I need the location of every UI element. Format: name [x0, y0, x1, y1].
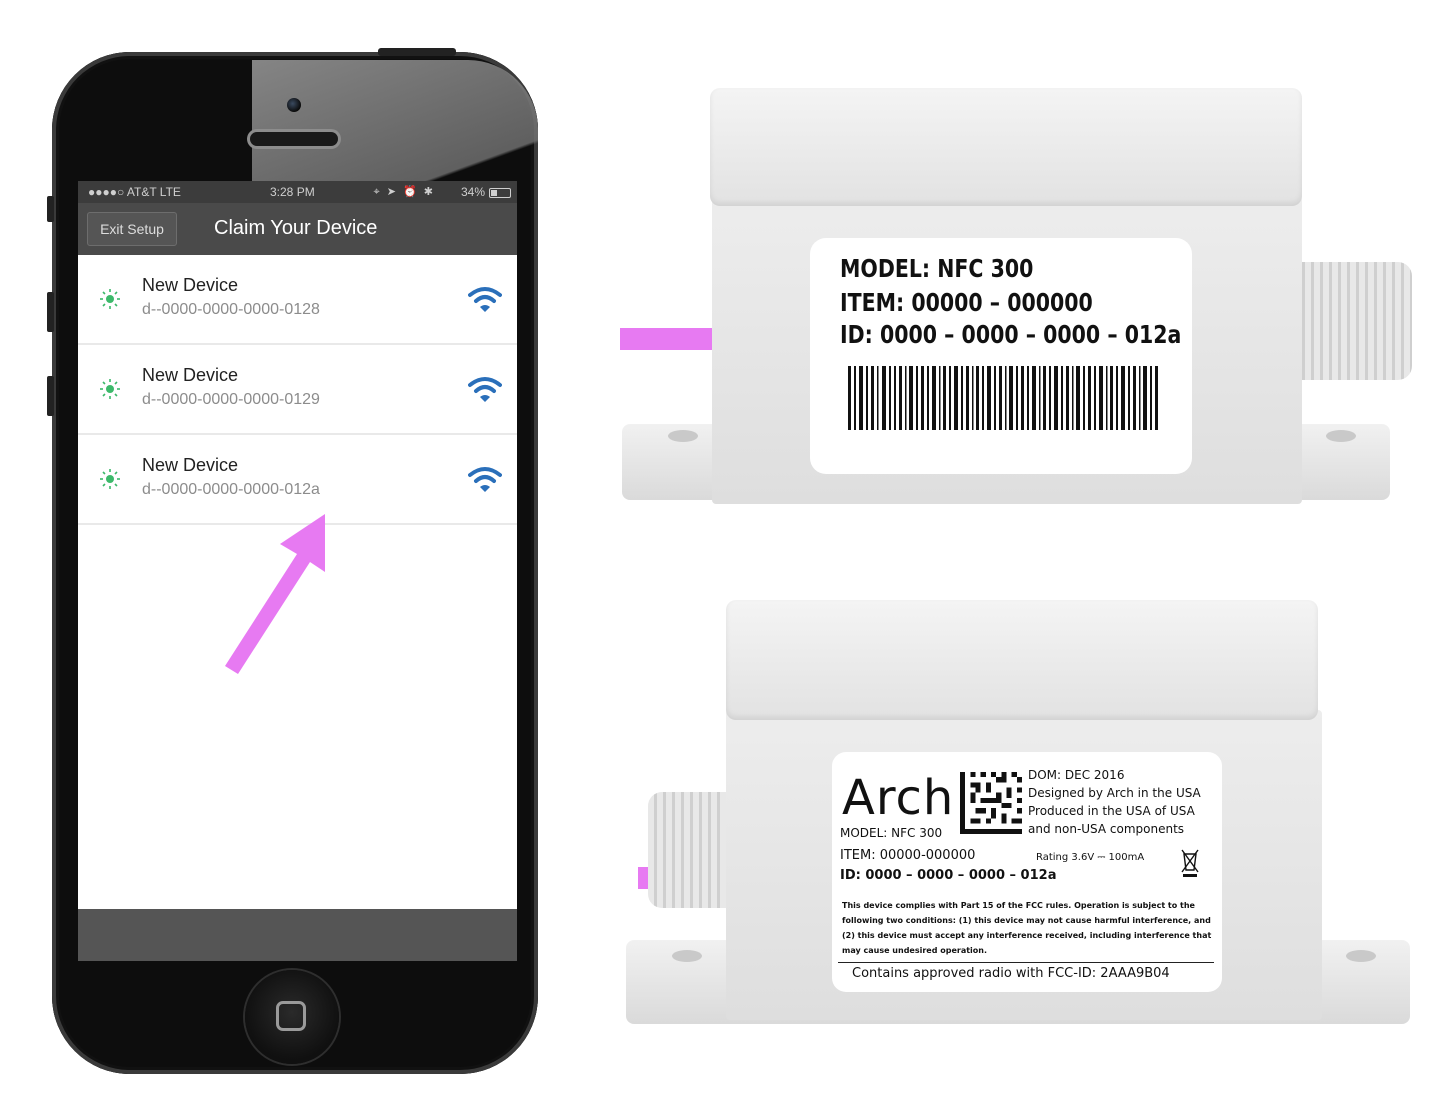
home-square-icon: [276, 1001, 306, 1031]
status-indicators: ⌖ ➤ ⏰ ✱: [373, 186, 435, 198]
barcode-icon: [848, 366, 1158, 430]
volume-down-button: [47, 376, 54, 416]
label-divider: [838, 962, 1214, 963]
device-id: d--0000-0000-0000-012a: [142, 481, 320, 498]
navigation-bar: Exit Setup Claim Your Device: [78, 203, 517, 255]
mounting-hole: [672, 950, 702, 962]
label-id: ID: 0000 – 0000 – 0000 – 012a: [840, 320, 1182, 349]
page-title: Claim Your Device: [214, 217, 378, 239]
status-time: 3:28 PM: [270, 185, 315, 199]
label-model: MODEL: NFC 300: [840, 254, 1034, 283]
enclosure-lid: [726, 600, 1318, 720]
device-name: New Device: [142, 455, 239, 475]
product-label-front: MODEL: NFC 300 ITEM: 00000 – 000000 ID: …: [810, 238, 1192, 474]
enclosure-lid: [710, 88, 1302, 206]
label-id: ID: 0000 – 0000 – 0000 – 012a: [840, 868, 1057, 883]
sun-icon: [100, 379, 120, 399]
sun-icon: [100, 289, 120, 309]
wifi-icon: [468, 287, 502, 312]
battery-percent: 34%: [460, 185, 485, 199]
device-row[interactable]: New Device d--0000-0000-0000-0128: [78, 255, 517, 345]
device-row[interactable]: New Device d--0000-0000-0000-0129: [78, 345, 517, 435]
wifi-icon: [468, 467, 502, 492]
label-fcc-id: Contains approved radio with FCC-ID: 2AA…: [852, 966, 1170, 981]
label-item: ITEM: 00000 – 000000: [840, 288, 1093, 317]
label-dom: DOM: DEC 2016: [1028, 768, 1125, 782]
device-id: d--0000-0000-0000-0129: [142, 391, 320, 408]
power-button: [378, 48, 456, 56]
status-bar: ●●●●○ AT&T LTE 3:28 PM ⌖ ➤ ⏰ ✱ 34%: [78, 181, 517, 203]
label-designed: Designed by Arch in the USA: [1028, 786, 1201, 800]
battery-icon: [489, 188, 511, 198]
volume-up-button: [47, 292, 54, 332]
fcc-compliance-notice: This device complies with Part 15 of the…: [842, 901, 1212, 955]
wifi-icon: [468, 377, 502, 402]
sun-icon: [100, 469, 120, 489]
device-name: New Device: [142, 365, 239, 385]
device-list: New Device d--0000-0000-0000-0128 New De…: [78, 255, 517, 525]
arrow-up-right-icon: [225, 514, 325, 674]
label-model: MODEL: NFC 300: [840, 826, 943, 840]
weee-bin-icon: [1181, 849, 1199, 877]
earpiece-speaker: [250, 132, 338, 146]
label-item: ITEM: 00000-000000: [840, 848, 976, 863]
label-components: and non-USA components: [1028, 822, 1185, 836]
bottom-toolbar: [78, 909, 517, 961]
device-name: New Device: [142, 275, 239, 295]
datamatrix-code-icon: [960, 772, 1022, 834]
carrier-signal: ●●●●○ AT&T LTE: [88, 185, 181, 199]
label-produced: Produced in the USA of USA: [1028, 804, 1195, 818]
mute-switch: [47, 196, 54, 222]
label-rating: Rating 3.6V ⎓ 100mA: [1036, 852, 1145, 863]
mounting-hole: [1326, 430, 1356, 442]
arch-logo: Arch: [842, 770, 955, 826]
mounting-hole: [1346, 950, 1376, 962]
device-id: d--0000-0000-0000-0128: [142, 301, 320, 318]
product-label-compliance: Arch DOM: DEC 2016 Designed by Arch in t…: [832, 752, 1222, 992]
home-button: [245, 970, 339, 1064]
front-camera-icon: [287, 98, 301, 112]
exit-setup-button[interactable]: Exit Setup: [87, 212, 177, 246]
mounting-hole: [668, 430, 698, 442]
